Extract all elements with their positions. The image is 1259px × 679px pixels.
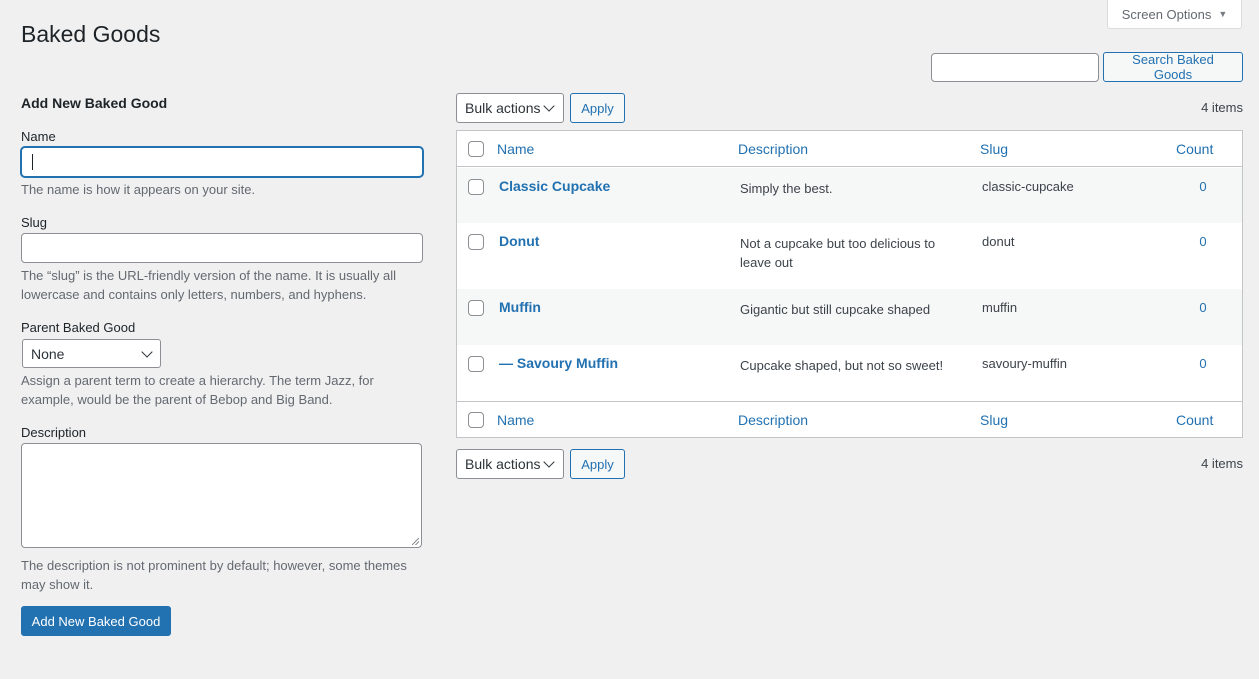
term-count-link[interactable]: 0	[1197, 234, 1209, 249]
select-all-checkbox-footer[interactable]	[468, 412, 484, 428]
bulk-actions-value: Bulk actions	[465, 456, 541, 472]
chevron-down-icon	[141, 346, 153, 358]
search-input[interactable]	[931, 53, 1099, 82]
caret-down-icon: ▼	[1218, 9, 1228, 19]
table-header: Name Description Slug Count	[457, 131, 1242, 167]
page-title: Baked Goods	[21, 21, 161, 47]
chevron-down-icon	[543, 456, 555, 468]
apply-button-bottom[interactable]: Apply	[570, 449, 625, 479]
row-checkbox[interactable]	[468, 356, 484, 372]
term-name-link[interactable]: Donut	[499, 233, 539, 249]
term-description: Not a cupcake but too delicious to leave…	[740, 236, 936, 270]
bulk-actions-value: Bulk actions	[465, 100, 541, 116]
add-new-baked-good-button[interactable]: Add New Baked Good	[21, 606, 171, 636]
name-input[interactable]	[21, 147, 423, 177]
terms-table: Name Description Slug Count Classic Cupc…	[456, 130, 1243, 438]
description-textarea[interactable]	[21, 443, 422, 548]
term-description: Gigantic but still cupcake shaped	[740, 302, 931, 317]
column-name[interactable]: Name	[497, 141, 534, 157]
table-row: Muffin Gigantic but still cupcake shaped…	[457, 289, 1242, 345]
slug-label: Slug	[21, 215, 48, 230]
term-slug: muffin	[982, 300, 1018, 315]
column-slug[interactable]: Slug	[980, 141, 1008, 157]
term-name-link[interactable]: — Savoury Muffin	[499, 355, 618, 371]
table-row: — Savoury Muffin Cupcake shaped, but not…	[457, 345, 1242, 401]
items-count-top: 4 items	[1201, 100, 1243, 115]
column-name-footer[interactable]: Name	[497, 412, 534, 428]
description-help: The description is not prominent by defa…	[21, 558, 407, 592]
description-label: Description	[21, 425, 87, 440]
name-label: Name	[21, 129, 56, 144]
parent-select[interactable]: None	[22, 339, 161, 368]
screen-options-label: Screen Options	[1121, 6, 1212, 22]
table-row: Classic Cupcake Simply the best. classic…	[457, 168, 1242, 223]
search-button[interactable]: Search Baked Goods	[1103, 52, 1243, 82]
term-count-link[interactable]: 0	[1197, 356, 1209, 371]
select-all-checkbox[interactable]	[468, 141, 484, 157]
form-title: Add New Baked Good	[21, 95, 168, 111]
text-cursor	[32, 154, 33, 170]
column-description-footer[interactable]: Description	[738, 412, 808, 428]
name-help: The name is how it appears on your site.	[21, 182, 256, 197]
parent-select-value: None	[31, 345, 65, 362]
parent-help: Assign a parent term to create a hierarc…	[21, 373, 374, 407]
resize-handle-icon[interactable]	[412, 538, 419, 545]
chevron-down-icon	[543, 100, 555, 112]
slug-help: The “slug” is the URL-friendly version o…	[21, 268, 396, 302]
row-checkbox[interactable]	[468, 234, 484, 250]
column-count[interactable]: Count	[1176, 141, 1213, 157]
term-slug: savoury-muffin	[982, 356, 1068, 371]
row-checkbox[interactable]	[468, 179, 484, 195]
items-count-bottom: 4 items	[1201, 456, 1243, 471]
bulk-actions-select-top[interactable]: Bulk actions	[456, 93, 564, 123]
screen-options-button[interactable]: Screen Options ▼	[1107, 0, 1242, 29]
column-count-footer[interactable]: Count	[1176, 412, 1213, 428]
table-footer: Name Description Slug Count	[457, 401, 1242, 437]
slug-input[interactable]	[21, 233, 423, 263]
term-count-link[interactable]: 0	[1197, 179, 1209, 194]
term-description: Simply the best.	[740, 181, 833, 196]
parent-label: Parent Baked Good	[21, 320, 136, 335]
term-name-link[interactable]: Muffin	[499, 299, 541, 315]
table-row: Donut Not a cupcake but too delicious to…	[457, 223, 1242, 289]
bulk-actions-select-bottom[interactable]: Bulk actions	[456, 449, 564, 479]
term-slug: classic-cupcake	[982, 179, 1074, 194]
term-description: Cupcake shaped, but not so sweet!	[740, 358, 944, 373]
apply-button-top[interactable]: Apply	[570, 93, 625, 123]
term-slug: donut	[982, 234, 1015, 249]
row-checkbox[interactable]	[468, 300, 484, 316]
term-name-link[interactable]: Classic Cupcake	[499, 178, 610, 194]
column-description[interactable]: Description	[738, 141, 808, 157]
term-count-link[interactable]: 0	[1197, 300, 1209, 315]
column-slug-footer[interactable]: Slug	[980, 412, 1008, 428]
